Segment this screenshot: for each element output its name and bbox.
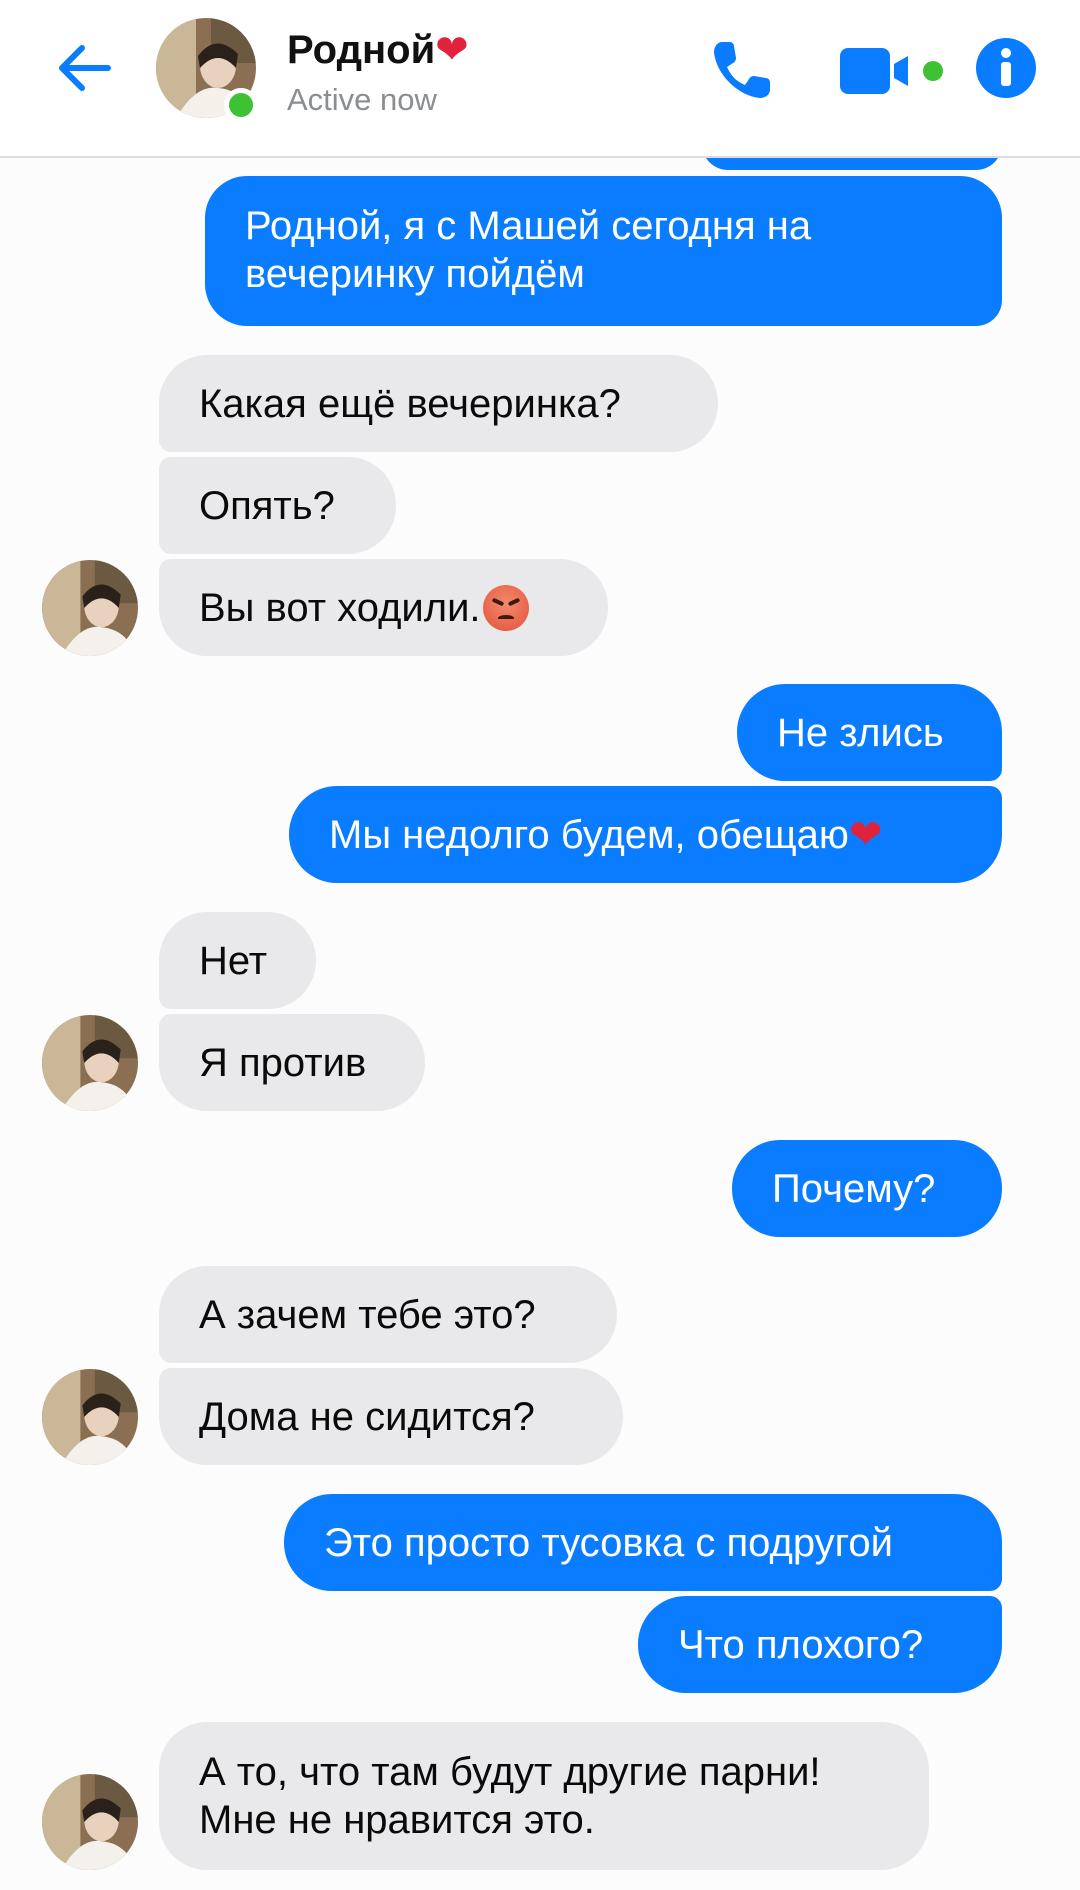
message-bubble-incoming[interactable]: Какая ещё вечеринка? xyxy=(159,355,718,452)
message-bubble-incoming[interactable]: А зачем тебе это? xyxy=(159,1266,617,1363)
message-bubble-outgoing[interactable]: Не злись xyxy=(737,684,1002,781)
message-bubble-incoming[interactable]: Я против xyxy=(159,1014,425,1111)
chat-header: Родной❤ Active now xyxy=(0,0,1080,158)
message-bubble-incoming[interactable]: А то, что там будут другие парни! Мне не… xyxy=(159,1722,929,1870)
message-bubble-outgoing[interactable]: Почему? xyxy=(732,1140,1002,1237)
message-bubble-incoming[interactable]: Нет xyxy=(159,912,316,1009)
message-text-line: А то, что там будут другие парни! xyxy=(199,1750,821,1794)
message-text: Почему? xyxy=(772,1166,936,1211)
message-bubble-outgoing[interactable]: Это просто тусовка с подругой xyxy=(284,1494,1002,1591)
message-text: Нет xyxy=(199,938,268,983)
message-text: Это просто тусовка с подругой xyxy=(324,1520,893,1565)
messenger-chat-screen: Родной❤ Active now Родной, я с Машей сег… xyxy=(0,0,1080,1890)
message-text: Вы вот ходили. xyxy=(199,585,481,630)
message-text-line: Мне не нравится это. xyxy=(199,1798,595,1842)
voice-call-button[interactable] xyxy=(708,34,778,104)
message-text: А зачем тебе это? xyxy=(199,1292,536,1337)
heart-emoji: ❤ xyxy=(848,811,883,858)
message-bubble-outgoing[interactable]: Мы недолго будем, обещаю ❤ xyxy=(289,786,1002,883)
contact-avatar[interactable] xyxy=(156,18,258,122)
info-button[interactable] xyxy=(975,37,1037,99)
sender-avatar[interactable] xyxy=(42,1015,138,1111)
message-text: Мы недолго будем, обещаю xyxy=(329,812,849,857)
heart-emoji: ❤ xyxy=(435,28,469,72)
message-text: Опять? xyxy=(199,483,335,528)
video-camera-icon xyxy=(840,48,943,94)
contact-name[interactable]: Родной❤ xyxy=(287,26,469,74)
sender-avatar[interactable] xyxy=(42,1774,138,1870)
message-text: Какая ещё вечеринка? xyxy=(199,381,621,426)
message-bubble-incoming[interactable]: Вы вот ходили. xyxy=(159,559,608,656)
online-status-dot xyxy=(224,88,258,122)
message-text: Дома не сидится? xyxy=(199,1394,535,1439)
message-bubble-incoming[interactable]: Опять? xyxy=(159,457,396,554)
message-bubble-outgoing[interactable]: Родной, я с Машей сегодня на вечеринку п… xyxy=(205,176,1002,326)
message-bubble-incoming[interactable]: Дома не сидится? xyxy=(159,1368,623,1465)
back-arrow-icon xyxy=(59,45,111,91)
contact-status: Active now xyxy=(287,82,437,117)
message-text: Не злись xyxy=(777,710,944,755)
info-icon xyxy=(976,38,1036,98)
sender-avatar[interactable] xyxy=(42,1369,138,1465)
message-text: Что плохого? xyxy=(678,1622,924,1667)
phone-icon xyxy=(714,42,770,98)
sender-avatar[interactable] xyxy=(42,560,138,656)
message-bubble-outgoing[interactable]: Что плохого? xyxy=(638,1596,1002,1693)
message-text-line: Родной, я с Машей сегодня на xyxy=(245,204,812,248)
message-text: Я против xyxy=(199,1040,367,1085)
back-button[interactable] xyxy=(52,35,118,101)
video-call-button[interactable] xyxy=(838,46,950,96)
angry-face-emoji xyxy=(482,584,529,631)
message-text-line: вечеринку пойдём xyxy=(245,252,585,296)
